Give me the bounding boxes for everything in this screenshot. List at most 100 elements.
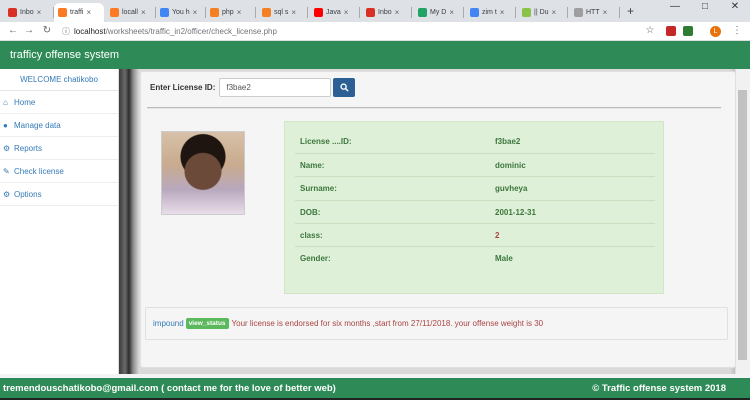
close-tab-icon[interactable]: × — [449, 8, 454, 17]
reload-icon[interactable]: ↻ — [40, 25, 54, 36]
browser-tab[interactable]: php × — [206, 3, 256, 22]
footer-contact: tremendouschatikobo@gmail.com ( contact … — [3, 383, 336, 394]
browser-tab[interactable]: Java × — [310, 3, 360, 22]
tab-separator — [307, 7, 308, 18]
row-value: 2001-12-31 — [495, 208, 536, 217]
close-tab-icon[interactable]: × — [37, 8, 42, 17]
gear-icon: ⚙ — [3, 189, 11, 199]
close-tab-icon[interactable]: × — [193, 8, 198, 17]
close-tab-icon[interactable]: × — [603, 8, 608, 17]
row-value: Male — [495, 254, 513, 263]
close-tab-icon[interactable]: × — [237, 8, 242, 17]
footer-copyright: © Traffic offense system 2018 — [592, 383, 726, 394]
forward-icon[interactable]: → — [22, 25, 36, 36]
browser-tab[interactable]: traffi × — [54, 3, 104, 22]
view-status-button[interactable]: view_status — [185, 318, 229, 329]
browser-tab[interactable]: Inbo × — [4, 3, 54, 22]
row-label: Gender: — [300, 254, 331, 263]
sidebar-item-label: Reports — [14, 143, 43, 153]
sidebar-item-manage-data[interactable]: ● Manage data — [0, 114, 118, 137]
home-icon: ⌂ — [3, 97, 8, 107]
tab-label: Inbo — [20, 9, 34, 16]
tab-separator — [567, 7, 568, 18]
sidebar-item-label: Options — [14, 189, 42, 199]
search-icon — [340, 83, 349, 92]
driver-photo — [161, 131, 245, 215]
tab-label: HTT — [586, 9, 600, 16]
divider — [147, 107, 721, 109]
tab-label: traffi — [70, 9, 84, 16]
close-window-button[interactable]: ✕ — [720, 0, 750, 14]
sidebar-item-reports[interactable]: ⚙ Reports — [0, 137, 118, 160]
gmail-icon — [366, 8, 375, 17]
sidebar-item-options[interactable]: ⚙ Options — [0, 183, 118, 206]
browser-tab[interactable]: sql s × — [258, 3, 308, 22]
xampp-icon — [110, 8, 119, 17]
close-tab-icon[interactable]: × — [552, 8, 557, 17]
browser-tab[interactable]: Inbo × — [362, 3, 412, 22]
tab-separator — [515, 7, 516, 18]
browser-tab[interactable]: || Du × — [518, 3, 568, 22]
page-icon — [522, 8, 531, 17]
license-id-input[interactable]: f3bae2 — [219, 78, 332, 97]
gmail-icon — [8, 8, 17, 17]
scrollbar-thumb[interactable] — [738, 90, 747, 360]
table-row: Name: dominic — [295, 153, 655, 176]
info-icon[interactable]: ⓘ — [62, 26, 70, 37]
sidebar-item-label: Manage data — [14, 120, 61, 130]
site-title[interactable]: trafficy offense system — [10, 49, 119, 61]
close-tab-icon[interactable]: × — [141, 8, 146, 17]
table-row: DOB: 2001-12-31 — [295, 200, 655, 223]
tab-label: sql s — [274, 9, 289, 16]
row-label: Surname: — [300, 184, 337, 193]
profile-avatar[interactable]: L — [710, 26, 721, 37]
page-icon — [574, 8, 583, 17]
maximize-button[interactable]: □ — [690, 0, 720, 14]
sidebar-item-check-license[interactable]: ✎ Check license — [0, 160, 118, 183]
close-tab-icon[interactable]: × — [87, 8, 92, 17]
search-button[interactable] — [333, 78, 356, 97]
url-text: localhost/worksheets/traffic_in2/officer… — [74, 27, 277, 36]
browser-toolbar: ← → ↻ ⓘ localhost/worksheets/traffic_in2… — [0, 22, 750, 41]
new-tab-button[interactable]: + — [627, 4, 634, 18]
close-tab-icon[interactable]: × — [344, 8, 349, 17]
youtube-icon — [314, 8, 323, 17]
site-footer: tremendouschatikobo@gmail.com ( contact … — [0, 378, 750, 398]
tab-label: zim t — [482, 9, 497, 16]
sidebar-item-label: Check license — [14, 166, 64, 176]
close-tab-icon[interactable]: × — [395, 8, 400, 17]
license-search-form: Enter License ID: f3bae2 — [150, 78, 356, 97]
close-tab-icon[interactable]: × — [500, 8, 505, 17]
extension-green-icon[interactable] — [683, 26, 693, 36]
row-value: guvheya — [495, 184, 528, 193]
address-bar[interactable]: ⓘ localhost/worksheets/traffic_in2/offic… — [62, 24, 662, 39]
tab-label: Java — [326, 9, 341, 16]
license-icon: ✎ — [3, 166, 10, 176]
browser-tab[interactable]: zim t × — [466, 3, 516, 22]
table-row: License ....ID: f3bae2 — [295, 130, 655, 153]
extension-red-icon[interactable] — [666, 26, 676, 36]
browser-tab[interactable]: HTT × — [570, 3, 620, 22]
browser-tab[interactable]: My D × — [414, 3, 464, 22]
tab-separator — [463, 7, 464, 18]
browser-tab[interactable]: You h × — [156, 3, 206, 22]
site-header: trafficy offense system — [0, 41, 750, 69]
minimize-button[interactable]: — — [660, 0, 690, 14]
row-value: f3bae2 — [495, 137, 521, 146]
xampp-icon — [58, 8, 67, 17]
browser-tabstrip: Inbo × traffi × locall × You h × php × sql s × Java ×… — [0, 0, 750, 22]
tab-label: Inbo — [378, 9, 392, 16]
impound-link[interactable]: impound — [153, 319, 184, 328]
bookmark-star-icon[interactable]: ☆ — [643, 25, 657, 36]
row-value: dominic — [495, 161, 526, 170]
table-row: Surname: guvheya — [295, 176, 655, 199]
tab-separator — [411, 7, 412, 18]
status-message: Your license is endorsed for six months … — [231, 319, 544, 328]
drive-icon — [418, 8, 427, 17]
back-icon[interactable]: ← — [6, 25, 20, 36]
sidebar-item-home[interactable]: ⌂ Home — [0, 91, 118, 114]
welcome-text: WELCOME chatikobo — [0, 69, 118, 91]
menu-kebab-icon[interactable]: ⋮ — [732, 25, 742, 36]
browser-tab[interactable]: locall × — [106, 3, 156, 22]
close-tab-icon[interactable]: × — [291, 8, 296, 17]
